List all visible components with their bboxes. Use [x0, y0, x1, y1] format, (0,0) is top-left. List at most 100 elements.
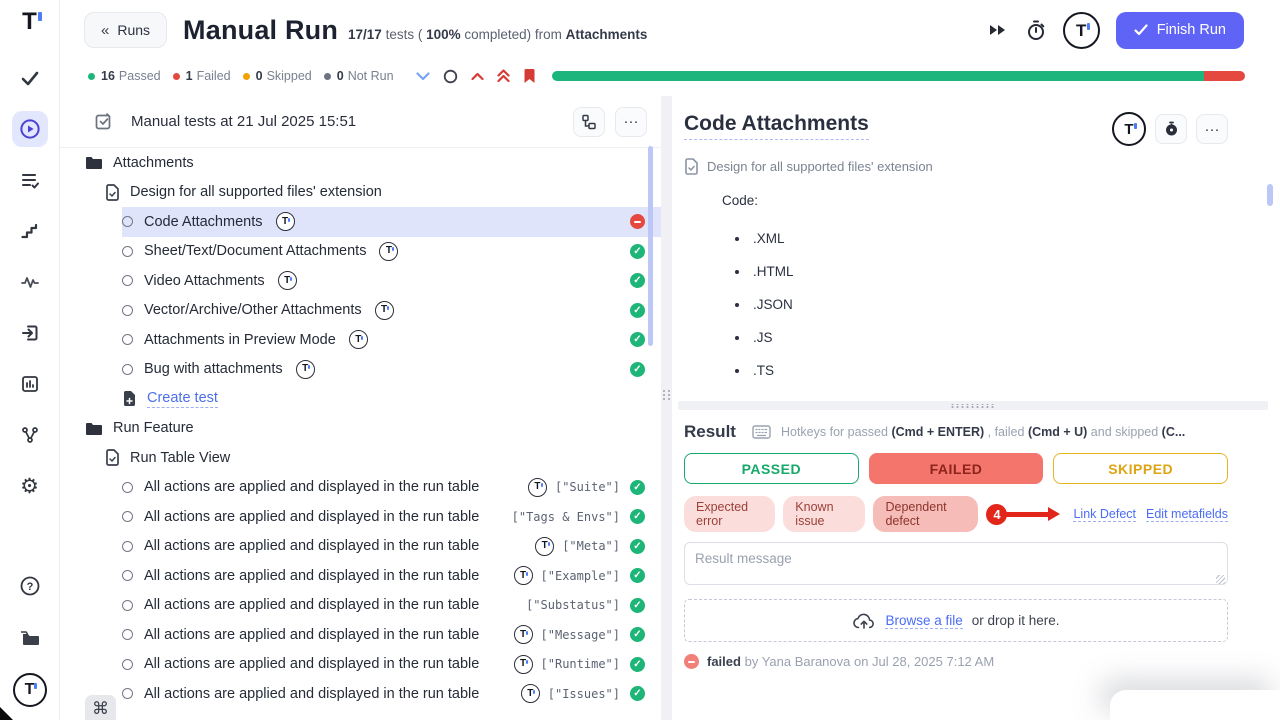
tree-row-test[interactable]: Video AttachmentsT✓ [122, 266, 661, 296]
sidebar-item-steps[interactable] [12, 213, 48, 249]
tree-row-test[interactable]: All actions are applied and displayed in… [122, 620, 661, 650]
sidebar-item-settings[interactable]: ⚙ [12, 468, 48, 504]
annotation-step-number: 4 [986, 504, 1007, 525]
document-check-icon [105, 449, 120, 466]
tree-row-folder[interactable]: Attachments [85, 148, 661, 178]
test-title[interactable]: Code Attachments [684, 112, 869, 140]
tree-row-label: All actions are applied and displayed in… [144, 686, 479, 702]
sidebar-item-test-plans[interactable] [12, 162, 48, 198]
result-message-input[interactable] [684, 542, 1228, 585]
tree-view-toggle-button[interactable] [573, 107, 605, 137]
extension-item: .HTML [735, 255, 1228, 288]
circle-filter-icon[interactable] [443, 69, 458, 84]
workspace-logo-button[interactable]: T [12, 672, 48, 708]
back-to-runs-button[interactable]: « Runs [84, 12, 167, 48]
tree-title[interactable]: Manual tests at 21 Jul 2025 15:51 [131, 113, 356, 130]
result-failed-button[interactable]: FAILED [869, 453, 1044, 484]
tutorial-annotation: 4 [986, 504, 1063, 525]
tree-row-test[interactable]: Vector/Archive/Other AttachmentsT✓ [122, 296, 661, 326]
code-label: Code: [722, 193, 1228, 208]
tree-row-label: Code Attachments [144, 214, 263, 230]
fast-forward-icon[interactable] [987, 22, 1009, 38]
help-button[interactable]: ? [12, 568, 48, 604]
tree-row-create-test[interactable]: Create test [122, 384, 661, 414]
extension-item: .XML [735, 222, 1228, 255]
command-key-shortcut[interactable]: ⌘ [85, 695, 116, 720]
sidebar-item-branches[interactable] [12, 417, 48, 453]
owner-badge-icon: T [379, 242, 398, 261]
run-status-bar: 16Passed1Failed0Skipped0Not Run [60, 60, 1280, 92]
test-tag: ["Substatus"] [526, 598, 620, 612]
pulse-icon [20, 272, 40, 292]
test-more-button[interactable]: ··· [1196, 114, 1228, 144]
floating-widget[interactable] [1110, 690, 1280, 720]
sidebar-item-analytics[interactable] [12, 366, 48, 402]
tree-row-test[interactable]: Sheet/Text/Document AttachmentsT✓ [122, 237, 661, 267]
suite-breadcrumb[interactable]: Design for all supported files' extensio… [707, 159, 933, 174]
result-skipped-button[interactable]: SKIPPED [1053, 453, 1228, 484]
timer-icon[interactable] [1025, 19, 1047, 42]
sidebar-item-import[interactable] [12, 315, 48, 351]
test-state-circle-icon [122, 570, 133, 581]
collapse-chevron-icon[interactable] [416, 72, 430, 81]
passed-status-icon: ✓ [630, 598, 645, 613]
tree-row-test[interactable]: All actions are applied and displayed in… [122, 679, 661, 709]
finish-run-button[interactable]: Finish Run [1116, 12, 1244, 49]
tree-row-label: All actions are applied and displayed in… [144, 597, 479, 613]
resize-handle-icon[interactable] [1216, 575, 1225, 584]
tree-row-folder[interactable]: Run Feature [85, 414, 661, 444]
tree-row-test[interactable]: All actions are applied and displayed in… [122, 473, 661, 503]
projects-button[interactable] [12, 620, 48, 656]
bookmark-icon[interactable] [523, 68, 536, 84]
file-dropzone[interactable]: Browse a file or drop it here. [684, 599, 1228, 642]
sidebar-item-runs[interactable] [12, 111, 48, 147]
gear-icon: ⚙ [20, 476, 39, 497]
tree-row-test[interactable]: All actions are applied and displayed in… [122, 591, 661, 621]
test-timer-button[interactable] [1155, 114, 1187, 144]
test-state-circle-icon [122, 364, 133, 375]
substatus-pill[interactable]: Known issue [783, 496, 865, 532]
app-window: T [0, 0, 1280, 720]
passed-status-icon: ✓ [630, 686, 645, 701]
section-resize-divider[interactable] [678, 401, 1268, 410]
tree-row-test[interactable]: Attachments in Preview ModeT✓ [122, 325, 661, 355]
browse-file-link[interactable]: Browse a file [885, 613, 962, 629]
tree-scrollbar-thumb[interactable] [648, 146, 653, 346]
branch-icon [20, 425, 40, 445]
tree-row-test[interactable]: Code AttachmentsT [122, 207, 661, 237]
folder-icon [19, 628, 41, 648]
status-label: Passed [119, 69, 161, 83]
result-passed-button[interactable]: PASSED [684, 453, 859, 484]
import-icon [20, 323, 40, 343]
tree-row-doc[interactable]: Design for all supported files' extensio… [105, 178, 661, 208]
edit-metafields-link[interactable]: Edit metafields [1146, 507, 1228, 522]
substatus-pill[interactable]: Dependent defect [873, 496, 978, 532]
tree-row-test[interactable]: All actions are applied and displayed in… [122, 561, 661, 591]
link-defect-link[interactable]: Link Defect [1073, 507, 1136, 522]
substatus-pill[interactable]: Expected error [684, 496, 775, 532]
priority-up-icon[interactable] [471, 72, 484, 81]
extension-list: .XML.HTML.JSON.JS.TS [735, 222, 1228, 387]
tree-row-test[interactable]: All actions are applied and displayed in… [122, 502, 661, 532]
passed-status-icon: ✓ [630, 568, 645, 583]
drag-handle-icon [663, 390, 671, 400]
priority-double-up-icon[interactable] [497, 69, 510, 83]
tree-row-test[interactable]: All actions are applied and displayed in… [122, 650, 661, 680]
detail-scrollbar-thumb[interactable] [1267, 184, 1273, 206]
sidebar-item-pulse[interactable] [12, 264, 48, 300]
tree-row-test[interactable]: Bug with attachmentsT✓ [122, 355, 661, 385]
tree-header: Manual tests at 21 Jul 2025 15:51 ··· [60, 96, 661, 148]
owner-badge-icon: T [296, 360, 315, 379]
account-avatar[interactable]: T [1063, 12, 1100, 49]
panel-resize-divider[interactable] [661, 96, 672, 720]
tree-more-button[interactable]: ··· [615, 107, 647, 137]
sidebar-item-checks[interactable] [12, 60, 48, 96]
tree-row-label: Video Attachments [144, 273, 265, 289]
document-check-icon [105, 184, 120, 201]
tree-row-doc[interactable]: Run Table View [105, 443, 661, 473]
status-count: 16 [101, 69, 115, 83]
test-owner-badge[interactable]: T [1112, 112, 1146, 146]
tree-row-test[interactable]: All actions are applied and displayed in… [122, 532, 661, 562]
passed-status-icon: ✓ [630, 480, 645, 495]
test-state-circle-icon [122, 246, 133, 257]
